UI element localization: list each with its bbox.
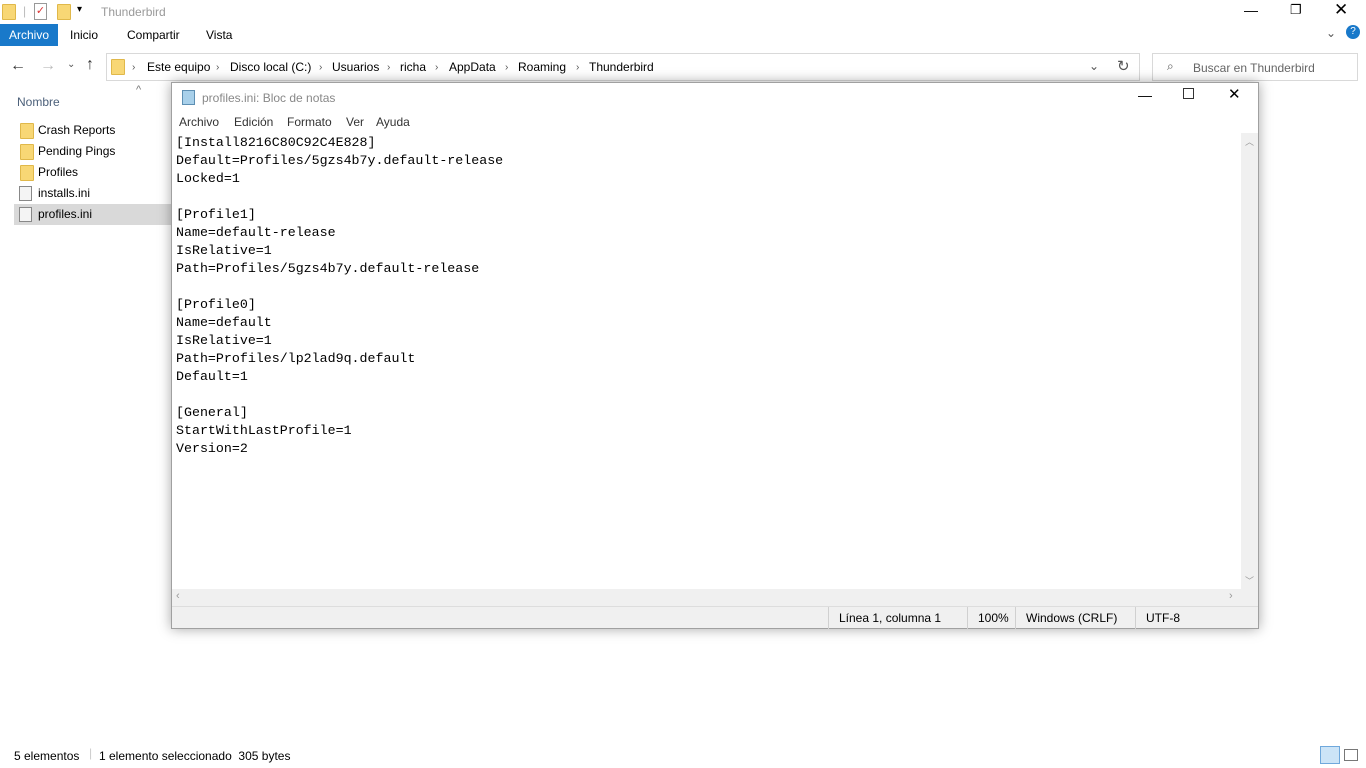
quick-access-dropdown-icon[interactable]: ▾ <box>77 4 82 15</box>
notepad-icon <box>182 90 195 105</box>
folder-icon <box>2 4 16 20</box>
details-view-button[interactable] <box>1320 746 1340 764</box>
chevron-right-icon: › <box>505 62 509 73</box>
folder-icon <box>20 165 34 181</box>
refresh-icon[interactable]: ↻ <box>1117 57 1130 75</box>
notepad-window: profiles.ini: Bloc de notas — ✕ Archivo … <box>171 82 1259 629</box>
chevron-right-icon: › <box>216 62 220 73</box>
expand-ribbon-icon[interactable]: ⌄ <box>1326 26 1336 40</box>
divider: | <box>23 4 27 18</box>
cursor-position: Línea 1, columna 1 <box>828 607 941 629</box>
column-header-name[interactable]: Nombre <box>17 95 60 109</box>
file-item[interactable]: installs.ini <box>14 183 172 204</box>
sort-ascending-icon: ^ <box>136 84 142 96</box>
breadcrumb-item[interactable]: Usuarios <box>332 60 379 74</box>
vertical-scrollbar[interactable]: ︿ ﹀ <box>1241 133 1258 589</box>
minimize-button[interactable]: — <box>1138 87 1152 103</box>
tab-archivo[interactable]: Archivo <box>0 24 59 46</box>
new-folder-icon[interactable] <box>57 4 71 20</box>
search-icon: ⌕ <box>1167 59 1174 73</box>
breadcrumb-item[interactable]: AppData <box>449 60 496 74</box>
close-button[interactable]: ✕ <box>1334 0 1348 20</box>
explorer-titlebar: | ✓ ▾ Thunderbird — ❐ ✕ <box>0 0 1366 24</box>
tab-compartir[interactable]: Compartir <box>118 24 189 46</box>
horizontal-scrollbar[interactable]: ‹ › <box>172 589 1258 606</box>
chevron-right-icon: › <box>319 62 323 73</box>
address-dropdown-icon[interactable]: ⌄ <box>1089 59 1099 73</box>
back-button[interactable]: ← <box>10 57 26 75</box>
ribbon-tabs: Archivo Inicio Compartir Vista ⌄ ? <box>0 24 1366 46</box>
chevron-right-icon: › <box>576 62 580 73</box>
address-bar[interactable]: › Este equipo › Disco local (C:) › Usuar… <box>106 53 1140 81</box>
notepad-statusbar: Línea 1, columna 1 100% Windows (CRLF) U… <box>172 606 1258 629</box>
menu-edicion[interactable]: Edición <box>234 115 273 129</box>
file-name: installs.ini <box>38 186 91 200</box>
search-input[interactable]: ⌕ Buscar en Thunderbird <box>1152 53 1358 81</box>
recent-locations-icon[interactable]: ⌄ <box>67 59 75 70</box>
tab-vista[interactable]: Vista <box>197 24 241 46</box>
selection-info: 1 elemento seleccionado 305 bytes <box>99 749 291 763</box>
divider: | <box>89 746 93 760</box>
breadcrumb-item[interactable]: Este equipo <box>147 60 210 74</box>
zoom-level: 100% <box>967 607 1009 629</box>
file-item[interactable]: Crash Reports <box>14 120 172 141</box>
window-title: Thunderbird <box>101 5 166 19</box>
file-item[interactable]: Profiles <box>14 162 172 183</box>
up-button[interactable]: ↑ <box>86 56 94 74</box>
menu-formato[interactable]: Formato <box>287 115 332 129</box>
search-placeholder: Buscar en Thunderbird <box>1193 61 1315 75</box>
settings-file-icon <box>19 186 32 201</box>
file-name: profiles.ini <box>38 207 93 221</box>
large-icons-view-button[interactable] <box>1344 749 1358 761</box>
item-count: 5 elementos <box>14 749 80 763</box>
folder-icon <box>111 59 125 75</box>
properties-icon[interactable]: ✓ <box>34 3 47 20</box>
breadcrumb-item[interactable]: Roaming <box>518 60 566 74</box>
scroll-up-icon[interactable]: ︿ <box>1245 135 1254 148</box>
file-name: Crash Reports <box>38 123 116 137</box>
close-button[interactable]: ✕ <box>1228 85 1241 103</box>
menu-ayuda[interactable]: Ayuda <box>376 115 410 129</box>
text-editor[interactable]: [Install8216C80C92C4E828] Default=Profil… <box>172 133 1242 589</box>
settings-file-icon <box>19 207 32 222</box>
menu-archivo[interactable]: Archivo <box>179 115 219 129</box>
maximize-button[interactable] <box>1183 88 1194 99</box>
encoding: UTF-8 <box>1135 607 1180 629</box>
scroll-left-icon[interactable]: ‹ <box>176 590 180 602</box>
restore-button[interactable]: ❐ <box>1290 2 1302 18</box>
menu-ver[interactable]: Ver <box>346 115 364 129</box>
breadcrumb-item[interactable]: Disco local (C:) <box>230 60 311 74</box>
folder-icon <box>20 144 34 160</box>
folder-icon <box>20 123 34 139</box>
breadcrumb-item[interactable]: richa <box>400 60 426 74</box>
chevron-right-icon: › <box>132 62 136 73</box>
file-name: Profiles <box>38 165 79 179</box>
minimize-button[interactable]: — <box>1244 2 1258 18</box>
forward-button[interactable]: → <box>40 57 56 75</box>
notepad-title: profiles.ini: Bloc de notas <box>202 91 336 105</box>
tab-inicio[interactable]: Inicio <box>61 24 107 46</box>
file-item[interactable]: Pending Pings <box>14 141 172 162</box>
line-ending: Windows (CRLF) <box>1015 607 1117 629</box>
chevron-right-icon: › <box>387 62 391 73</box>
scroll-right-icon[interactable]: › <box>1229 590 1233 602</box>
file-name: Pending Pings <box>38 144 116 158</box>
breadcrumb-item[interactable]: Thunderbird <box>589 60 654 74</box>
scroll-down-icon[interactable]: ﹀ <box>1245 574 1254 587</box>
help-icon[interactable]: ? <box>1346 25 1360 39</box>
file-item-selected[interactable]: profiles.ini <box>14 204 172 225</box>
chevron-right-icon: › <box>435 62 439 73</box>
